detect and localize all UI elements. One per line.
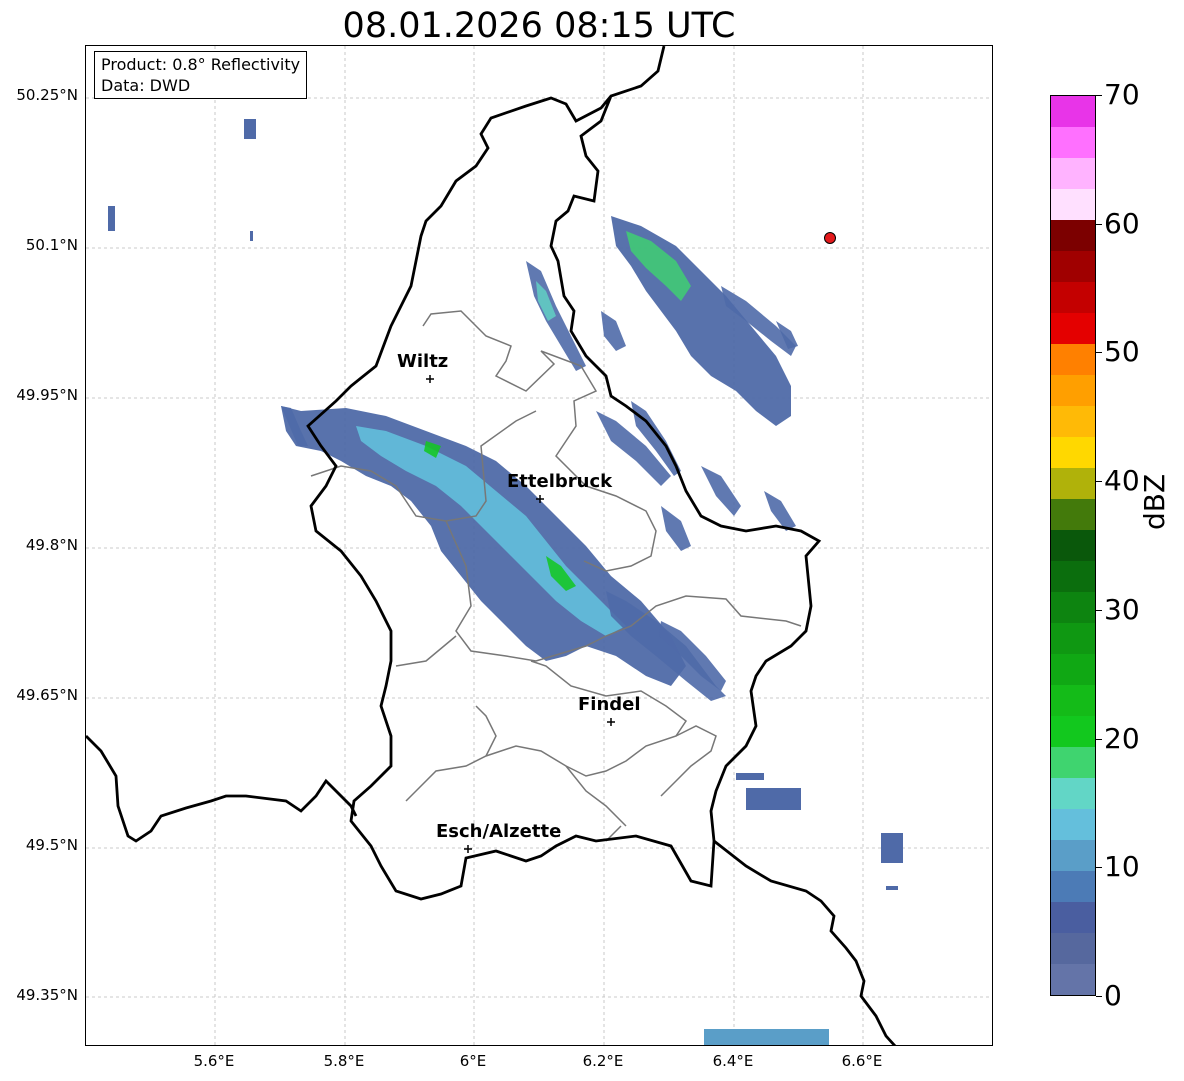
city-label-findel: Findel xyxy=(578,694,641,715)
lon-label-6: 6°E xyxy=(459,1052,487,1070)
echo-nw-1 xyxy=(244,119,256,139)
colorbar-tick-mark xyxy=(1096,867,1102,869)
lon-label-6-6: 6.6°E xyxy=(841,1052,883,1070)
colorbar-tick-label: 10 xyxy=(1104,850,1140,884)
colorbar-segment xyxy=(1051,561,1095,592)
colorbar-segment xyxy=(1051,623,1095,654)
echo-se-2 xyxy=(746,788,801,810)
colorbar-segment xyxy=(1051,96,1095,127)
colorbar-segment xyxy=(1051,251,1095,282)
colorbar-segment xyxy=(1051,282,1095,313)
city-marker-wiltz xyxy=(426,375,434,383)
radar-echoes xyxy=(108,119,903,1045)
colorbar-tick-mark xyxy=(1096,738,1102,740)
echo-nw-2 xyxy=(108,206,115,231)
colorbar-tick-label: 70 xyxy=(1104,78,1140,111)
colorbar-label: dBZ xyxy=(1138,473,1171,530)
colorbar-tick-mark xyxy=(1096,223,1102,225)
colorbar-tick-mark xyxy=(1096,996,1102,997)
echo-s-edge xyxy=(704,1029,829,1045)
colorbar-segment xyxy=(1051,499,1095,530)
lon-label-6-4: 6.4°E xyxy=(712,1052,754,1070)
echo-small-4 xyxy=(661,506,691,551)
city-label-esch: Esch/Alzette xyxy=(436,821,562,842)
colorbar-tick-mark xyxy=(1096,481,1102,483)
colorbar-segment xyxy=(1051,716,1095,747)
echo-nw-3 xyxy=(250,231,253,241)
colorbar-segment xyxy=(1051,375,1095,406)
colorbar-tick-mark xyxy=(1096,352,1102,354)
radar-site-marker xyxy=(824,232,836,244)
colorbar-tick-mark xyxy=(1096,95,1102,96)
border-de-fr xyxy=(713,839,897,1045)
lat-label-49-5: 49.5°N xyxy=(25,836,78,854)
echo-se-3 xyxy=(881,833,903,863)
echo-small-2 xyxy=(701,466,741,516)
city-marker-esch xyxy=(464,845,472,853)
colorbar-segment xyxy=(1051,406,1095,437)
colorbar-tick-label: 50 xyxy=(1104,335,1140,369)
colorbar-segment xyxy=(1051,468,1095,499)
colorbar-tick-label: 40 xyxy=(1104,464,1140,498)
colorbar-segment xyxy=(1051,840,1095,871)
colorbar xyxy=(1050,95,1096,996)
lat-label-49-35: 49.35°N xyxy=(16,986,78,1004)
colorbar-segment xyxy=(1051,902,1095,933)
colorbar-segment xyxy=(1051,654,1095,685)
colorbar-segment xyxy=(1051,871,1095,902)
echo-se-1 xyxy=(736,773,764,780)
echo-small-1 xyxy=(601,311,626,351)
colorbar-segment xyxy=(1051,933,1095,964)
city-label-wiltz: Wiltz xyxy=(397,351,449,372)
radar-map: Wiltz Ettelbruck Findel Esch/Alzette xyxy=(85,45,993,1046)
lat-label-49-65: 49.65°N xyxy=(16,686,78,704)
lon-label-5-6: 5.6°E xyxy=(193,1052,235,1070)
data-source-label: Data: DWD xyxy=(101,76,191,95)
map-canvas xyxy=(86,46,992,1045)
colorbar-tick-label: 20 xyxy=(1104,721,1140,755)
colorbar-segment xyxy=(1051,809,1095,840)
canton-line-east xyxy=(660,725,717,797)
colorbar-segment xyxy=(1051,313,1095,344)
colorbar-tick-label: 60 xyxy=(1104,206,1140,240)
lon-label-5-8: 5.8°E xyxy=(323,1052,365,1070)
echo-small-3 xyxy=(764,491,796,531)
colorbar-tick-label: 0 xyxy=(1104,979,1122,1012)
colorbar-segment xyxy=(1051,189,1095,220)
colorbar-tick-mark xyxy=(1096,609,1102,611)
colorbar-segment xyxy=(1051,158,1095,189)
colorbar-tick-label: 30 xyxy=(1104,592,1140,626)
city-marker-findel xyxy=(607,718,615,726)
colorbar-segment xyxy=(1051,964,1095,995)
colorbar-segment xyxy=(1051,127,1095,158)
lat-label-49-95: 49.95°N xyxy=(16,386,78,404)
colorbar-segment xyxy=(1051,437,1095,468)
lat-label-50-1: 50.1°N xyxy=(25,236,78,254)
city-label-ettelbruck: Ettelbruck xyxy=(507,471,613,492)
border-fr-be xyxy=(86,735,358,843)
colorbar-segment xyxy=(1051,220,1095,251)
lon-label-6-2: 6.2°E xyxy=(582,1052,624,1070)
colorbar-segment xyxy=(1051,530,1095,561)
colorbar-segment xyxy=(1051,685,1095,716)
map-title: 08.01.2026 08:15 UTC xyxy=(342,6,736,46)
lat-label-49-8: 49.8°N xyxy=(25,536,78,554)
colorbar-segment xyxy=(1051,778,1095,809)
colorbar-segment xyxy=(1051,344,1095,375)
colorbar-segment xyxy=(1051,592,1095,623)
product-label: Product: 0.8° Reflectivity xyxy=(101,55,301,74)
echo-se-4 xyxy=(886,886,898,890)
colorbar-segment xyxy=(1051,747,1095,778)
lat-label-50-25: 50.25°N xyxy=(16,86,78,104)
product-info-box: Product: 0.8° Reflectivity Data: DWD xyxy=(94,51,308,99)
